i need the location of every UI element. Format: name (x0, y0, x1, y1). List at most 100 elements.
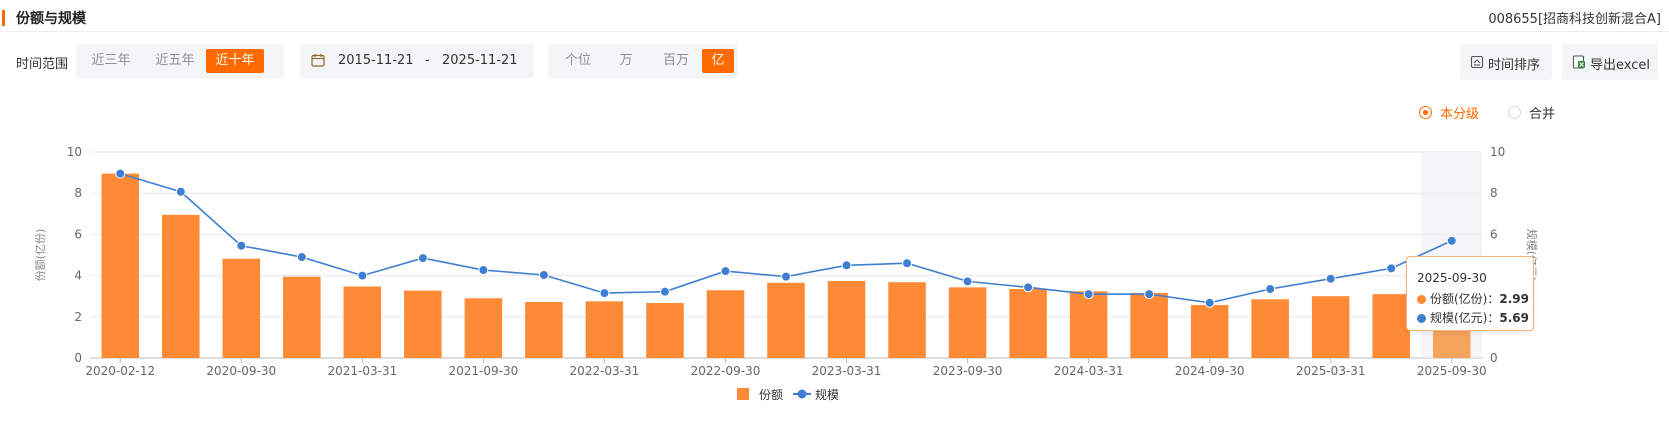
point-scale (902, 258, 913, 269)
bar-share (1372, 294, 1410, 358)
bar-share (283, 276, 321, 358)
range-option-10y[interactable]: 近十年 (206, 49, 264, 73)
point-scale (1446, 235, 1457, 246)
bar-share (1190, 305, 1229, 358)
point-scale (659, 286, 670, 297)
tooltip-scale-marker (1417, 314, 1426, 323)
point-scale (1023, 282, 1034, 293)
unit-option-million[interactable]: 百万 (648, 49, 704, 73)
bar-share (767, 282, 805, 358)
tooltip-scale-label: 规模(亿元)： (1430, 311, 1500, 325)
point-scale (357, 270, 368, 281)
point-scale (417, 253, 428, 264)
tooltip-scale-value: 5.69 (1499, 311, 1529, 325)
y-left-tick-label: 4 (74, 269, 82, 283)
time-sort-label: 时间排序 (1488, 58, 1541, 73)
tooltip-date: 2025-09-30 (1417, 271, 1487, 285)
sort-icon (1470, 55, 1484, 69)
tooltip-share-row: 份额(亿份)：2.99 (1417, 290, 1529, 306)
x-tick-label: 2025-03-31 (1296, 364, 1366, 378)
radio-merged[interactable]: 合并 (1508, 102, 1560, 122)
time-range-selector: 近三年 近五年 近十年 (76, 44, 284, 78)
point-scale (478, 265, 489, 276)
end-date[interactable]: 2025-11-21 (442, 53, 518, 68)
legend-share-marker (737, 388, 749, 400)
point-scale (1204, 297, 1215, 308)
tooltip-scale-row: 规模(亿元)：5.69 (1417, 309, 1529, 325)
y-right-tick-label: 0 (1490, 351, 1498, 365)
y-left-tick-label: 8 (74, 186, 82, 200)
bar-share (646, 302, 684, 358)
point-scale (599, 288, 610, 299)
point-scale (236, 240, 247, 251)
excel-icon (1572, 55, 1585, 69)
range-option-3y[interactable]: 近三年 (82, 49, 140, 73)
panel-title: 份额与规模 (16, 11, 86, 27)
x-tick-label: 2025-09-30 (1417, 364, 1487, 378)
y-left-tick-label: 6 (74, 227, 82, 241)
point-scale (962, 276, 973, 287)
bar-share (888, 282, 926, 358)
toolbar: 时间范围 近三年 近五年 近十年 2015-11-21 - 2025-11-21… (0, 44, 1669, 80)
bar-share (404, 290, 442, 358)
bar-share (1130, 292, 1168, 358)
x-tick-label: 2023-09-30 (933, 364, 1003, 378)
y-left-tick-label: 0 (74, 351, 82, 365)
legend-scale-label: 规模 (815, 387, 839, 402)
fund-name: 008655[招商科技创新混合A] (1488, 12, 1661, 27)
chart-tooltip: 2025-09-30 份额(亿份)：2.99 规模(亿元)：5.69 (1406, 256, 1534, 331)
x-tick-label: 2020-02-12 (85, 364, 155, 378)
y-right-tick-label: 10 (1490, 145, 1505, 159)
radio-dot-unchecked (1508, 106, 1521, 119)
y-right-tick-label: 8 (1490, 186, 1498, 200)
x-tick-label: 2020-09-30 (206, 364, 276, 378)
x-tick-label: 2021-03-31 (327, 364, 397, 378)
date-range-picker[interactable]: 2015-11-21 - 2025-11-21 (300, 44, 534, 78)
unit-option-yi[interactable]: 亿 (702, 49, 734, 73)
bar-share (1069, 291, 1108, 358)
unit-option-wan[interactable]: 万 (604, 49, 648, 73)
bar-share (222, 258, 261, 358)
y-left-tick-label: 10 (67, 145, 82, 159)
bar-share (343, 286, 382, 358)
x-tick-label: 2021-09-30 (449, 364, 519, 378)
x-tick-label: 2022-09-30 (691, 364, 761, 378)
x-tick-label: 2024-09-30 (1175, 364, 1245, 378)
point-scale (781, 271, 791, 282)
point-scale (841, 260, 852, 271)
title-accent-bar (2, 10, 5, 26)
bar-share (585, 301, 624, 358)
export-excel-label: 导出excel (1590, 58, 1650, 73)
bar-share (1311, 296, 1350, 358)
time-sort-button[interactable]: 时间排序 (1460, 44, 1552, 80)
bar-share (1251, 299, 1289, 358)
radio-this-class[interactable]: 本分级 (1419, 102, 1489, 122)
legend-share-label: 份额 (759, 388, 783, 402)
calendar-icon (311, 54, 325, 67)
bar-share (162, 214, 200, 358)
range-option-5y[interactable]: 近五年 (146, 49, 204, 73)
tooltip-share-value: 2.99 (1499, 292, 1529, 306)
bar-share (948, 287, 987, 358)
bar-share (101, 173, 140, 358)
point-scale (296, 252, 307, 263)
bar-share (706, 290, 745, 358)
y-left-axis-title: 份额(亿份) (34, 229, 47, 282)
y-right-tick-label: 6 (1490, 227, 1498, 241)
start-date[interactable]: 2015-11-21 (338, 53, 414, 68)
point-scale (1386, 263, 1397, 274)
point-scale (720, 266, 731, 277)
unit-selector: 个位 万 百万 亿 (548, 44, 738, 78)
point-scale (1144, 289, 1155, 300)
point-scale (115, 168, 126, 179)
point-scale (1325, 273, 1336, 284)
export-excel-button[interactable]: 导出excel (1562, 44, 1658, 80)
bar-share (827, 280, 866, 358)
x-tick-label: 2024-03-31 (1054, 364, 1124, 378)
radio-dot-checked (1419, 106, 1432, 119)
point-scale (1265, 283, 1276, 294)
date-separator: - (425, 53, 430, 68)
bar-share (464, 298, 503, 358)
unit-option-ones[interactable]: 个位 (552, 49, 604, 73)
point-scale (175, 186, 186, 197)
